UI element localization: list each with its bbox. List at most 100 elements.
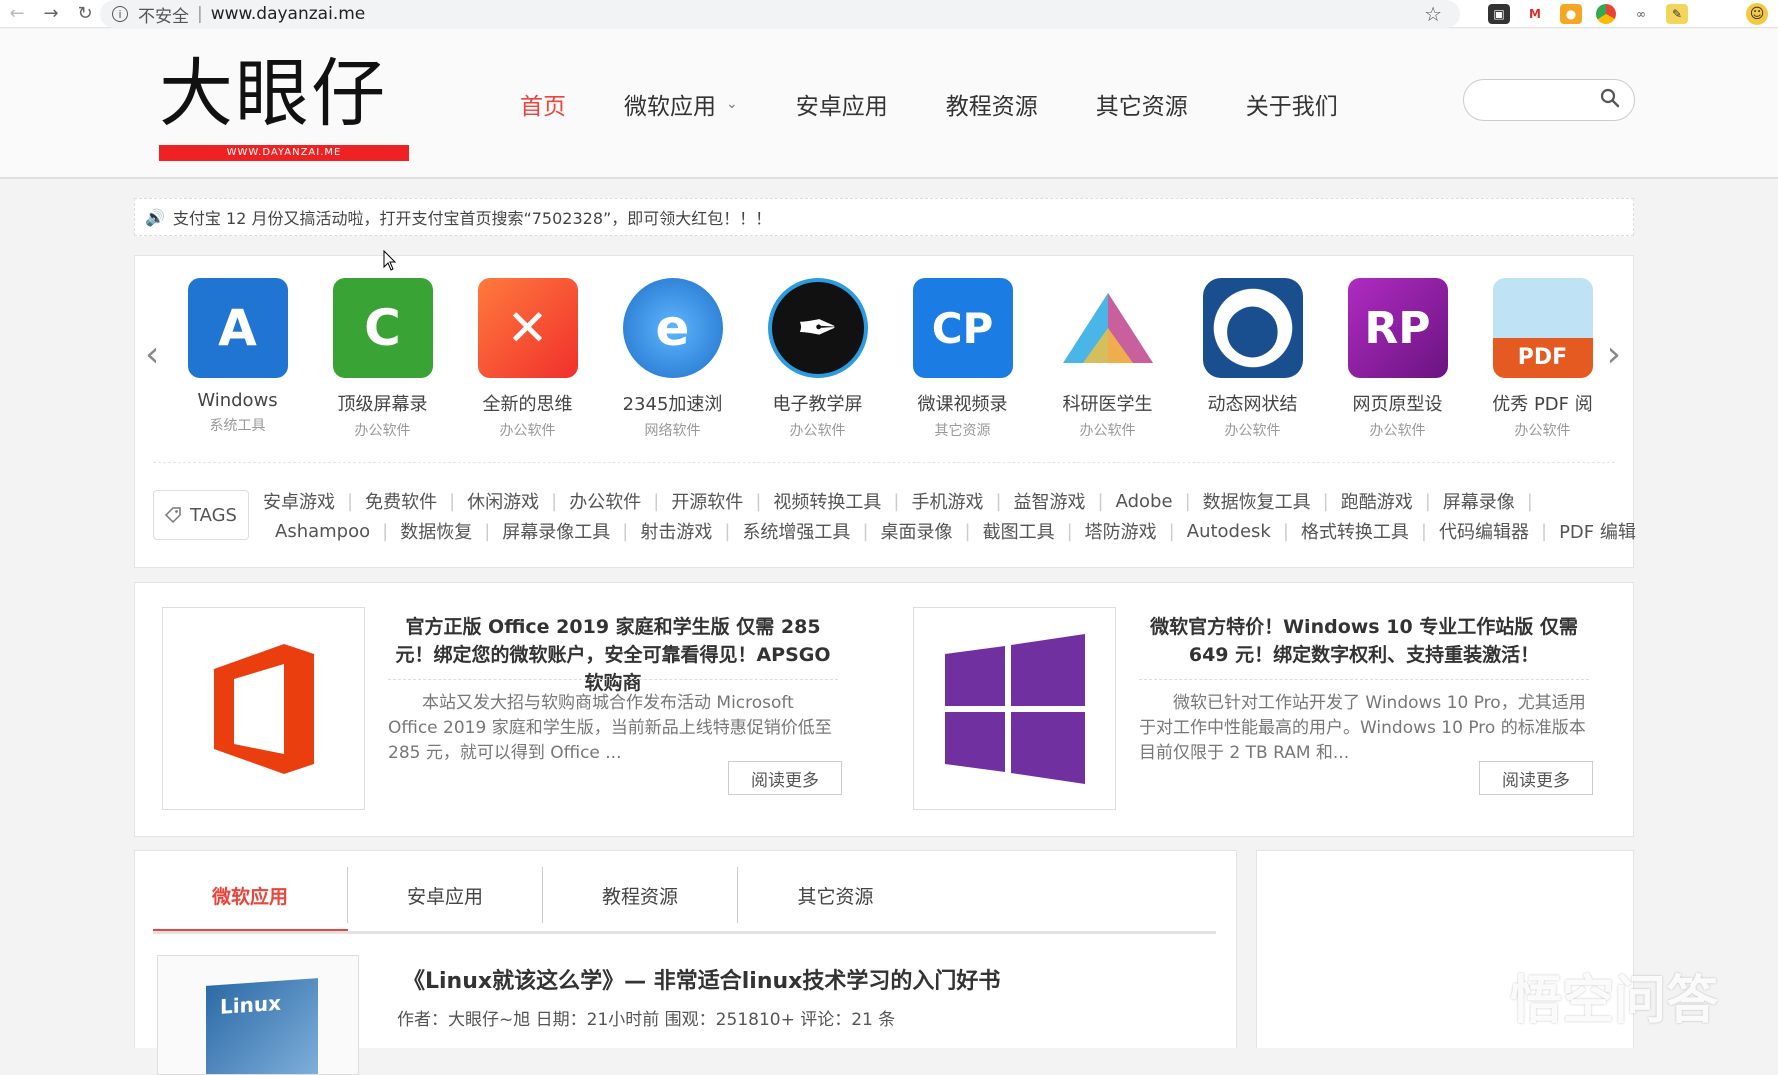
search-icon[interactable] [1600, 88, 1620, 108]
post-thumbnail[interactable] [162, 607, 365, 810]
back-arrow-icon[interactable]: ← [0, 0, 34, 28]
tag-link[interactable]: 塔防游戏 [1085, 518, 1157, 544]
tag-link[interactable]: 益智游戏 [1014, 488, 1086, 514]
app-card[interactable]: PDF 优秀 PDF 阅 办公软件 [1470, 278, 1615, 440]
read-more-button[interactable]: 阅读更多 [728, 761, 842, 795]
xmind-icon: ✕ [477, 278, 578, 378]
tag-separator: | [1420, 520, 1427, 542]
nav-item-android-apps[interactable]: 安卓应用 [796, 87, 888, 121]
app-name: 微课视频录 [917, 394, 1008, 415]
tag-separator: | [653, 490, 660, 512]
tag-link[interactable]: PDF 编辑 [1559, 518, 1636, 544]
post-title[interactable]: 官方正版 Office 2019 家庭和学生版 仅需 285 元！绑定您的微软账… [388, 613, 838, 697]
tag-link[interactable]: 视频转换工具 [773, 488, 881, 514]
tag-link[interactable]: 数据恢复工具 [1203, 488, 1311, 514]
site-header: 大眼仔 WWW.DAYANZAI.ME 首页 微软应用 ⌄ 安卓应用 教程资源 其… [0, 29, 1778, 179]
app-card[interactable]: ⬤ 动态网状结 办公软件 [1180, 278, 1325, 440]
tag-link[interactable]: 安卓游戏 [263, 488, 335, 514]
tag-link[interactable]: 跑酷游戏 [1341, 488, 1413, 514]
app-category: 办公软件 [1514, 423, 1571, 439]
browser-e-icon: e [622, 278, 723, 378]
tag-separator: | [551, 490, 558, 512]
app-card[interactable]: ✒ 电子教学屏 办公软件 [745, 278, 890, 440]
nav-item-home[interactable]: 首页 [520, 87, 566, 121]
tag-separator: | [382, 520, 389, 542]
tag-link[interactable]: 格式转换工具 [1301, 518, 1409, 544]
extension-icon[interactable]: ✎ [1666, 4, 1688, 24]
tab-microsoft-apps[interactable]: 微软应用 [153, 867, 348, 932]
post-title[interactable]: 《Linux就该这么学》— 非常适合linux技术学习的入门好书 [403, 963, 1000, 995]
extension-icon[interactable]: ▣ [1488, 4, 1510, 24]
tags-cloud: 安卓游戏 | 免费软件 | 休闲游戏 | 办公软件 | 开源软件 | 视频转换工具 | 手机游戏 | 益智游… [263, 486, 1636, 546]
post-title[interactable]: 微软官方特价！Windows 10 专业工作站版 仅需 649 元！绑定数字权利… [1139, 613, 1589, 669]
post-meta: 作者：大眼仔~旭 日期：21小时前 围观：251810+ 评论：21 条 [397, 1010, 896, 1030]
tag-link[interactable]: 系统增强工具 [742, 518, 850, 544]
nav-item-tutorials[interactable]: 教程资源 [946, 87, 1038, 121]
tag-link[interactable]: Ashampoo [275, 521, 370, 542]
nav-item-other-resources[interactable]: 其它资源 [1096, 87, 1188, 121]
announcement-text[interactable]: 支付宝 12 月份又搞活动啦，打开支付宝首页搜索“7502328”，即可领大红包… [173, 205, 771, 229]
tag-link[interactable]: 数据恢复 [400, 518, 472, 544]
post-thumbnail[interactable] [913, 607, 1116, 810]
app-card[interactable]: ✕ 全新的思维 办公软件 [455, 278, 600, 440]
app-card[interactable]: CP 微课视频录 其它资源 [890, 278, 1035, 440]
tags-label: TAGS [153, 490, 249, 540]
nav-item-about[interactable]: 关于我们 [1246, 87, 1338, 121]
reload-icon[interactable]: ↻ [68, 0, 102, 28]
tag-link[interactable]: 办公软件 [569, 488, 641, 514]
read-more-button[interactable]: 阅读更多 [1479, 761, 1593, 795]
tag-link[interactable]: 手机游戏 [911, 488, 983, 514]
gmail-icon[interactable]: M [1524, 4, 1546, 24]
tag-link[interactable]: 开源软件 [671, 488, 743, 514]
app-card[interactable]: 科研医学生 办公软件 [1035, 278, 1180, 440]
extension-icon[interactable]: ∞ [1630, 4, 1652, 24]
app-category: 办公软件 [1224, 423, 1281, 439]
tags-line: Ashampoo | 数据恢复 | 屏幕录像工具 | 射击游戏 | 系统增强工具 | 桌面录像 | 截图… [275, 516, 1636, 546]
app-card[interactable]: RP 网页原型设 办公软件 [1325, 278, 1470, 440]
site-logo[interactable]: 大眼仔 WWW.DAYANZAI.ME [159, 51, 409, 161]
tag-link[interactable]: Adobe [1116, 491, 1173, 512]
tab-other-resources[interactable]: 其它资源 [738, 867, 933, 923]
chrome-icon[interactable] [1596, 4, 1616, 24]
tag-separator: | [893, 490, 900, 512]
tag-separator: | [1541, 520, 1548, 542]
tag-separator: | [1097, 490, 1104, 512]
camtasia-icon: C [332, 278, 433, 378]
tag-link[interactable]: 屏幕录像工具 [502, 518, 610, 544]
tag-link[interactable]: Autodesk [1187, 521, 1271, 542]
pdf-eye-icon: PDF [1492, 278, 1593, 378]
extension-icon[interactable]: ● [1560, 4, 1582, 24]
prism-icon-shape [1062, 293, 1153, 363]
tag-link[interactable]: 桌面录像 [881, 518, 953, 544]
divider [388, 679, 838, 680]
info-icon[interactable]: i [112, 6, 128, 22]
app-card[interactable]: e 2345加速浏 网络软件 [600, 278, 745, 440]
tag-link[interactable]: 截图工具 [983, 518, 1055, 544]
tag-link[interactable]: 代码编辑器 [1439, 518, 1529, 544]
address-bar[interactable]: i 不安全 | www.dayanzai.me ☆ [100, 0, 1460, 28]
chevron-down-icon: ⌄ [726, 96, 738, 112]
logo-text: 大眼仔 [159, 51, 387, 137]
tag-link[interactable]: 免费软件 [365, 488, 437, 514]
carousel-prev-arrow-icon[interactable]: ‹ [145, 334, 159, 375]
tag-link[interactable]: 射击游戏 [640, 518, 712, 544]
tag-link[interactable]: 休闲游戏 [467, 488, 539, 514]
post-thumbnail[interactable]: Linux [157, 955, 359, 1075]
logo-domain-strip: WWW.DAYANZAI.ME [159, 145, 409, 161]
tag-link[interactable]: 屏幕录像 [1443, 488, 1515, 514]
forward-arrow-icon[interactable]: → [34, 0, 68, 28]
app-name: 优秀 PDF 阅 [1492, 394, 1593, 415]
featured-posts: 官方正版 Office 2019 家庭和学生版 仅需 285 元！绑定您的微软账… [134, 582, 1634, 837]
tag-separator: | [964, 520, 971, 542]
profile-avatar-icon[interactable]: ☺ [1746, 3, 1768, 25]
search-input[interactable] [1478, 80, 1598, 118]
speaker-icon: 🔊 [145, 207, 165, 227]
watermark: 悟空问答 [1418, 958, 1718, 1033]
app-card[interactable]: A Windows 系统工具 [165, 278, 310, 440]
browser-toolbar: ← → ↻ i 不安全 | www.dayanzai.me ☆ ▣ M ● ∞ … [0, 0, 1778, 28]
nav-item-microsoft-apps[interactable]: 微软应用 ⌄ [624, 87, 738, 121]
bookmark-star-icon[interactable]: ☆ [1424, 2, 1442, 26]
tab-android-apps[interactable]: 安卓应用 [348, 867, 543, 923]
app-card[interactable]: C 顶级屏幕录 办公软件 [310, 278, 455, 440]
tab-tutorials[interactable]: 教程资源 [543, 867, 738, 923]
